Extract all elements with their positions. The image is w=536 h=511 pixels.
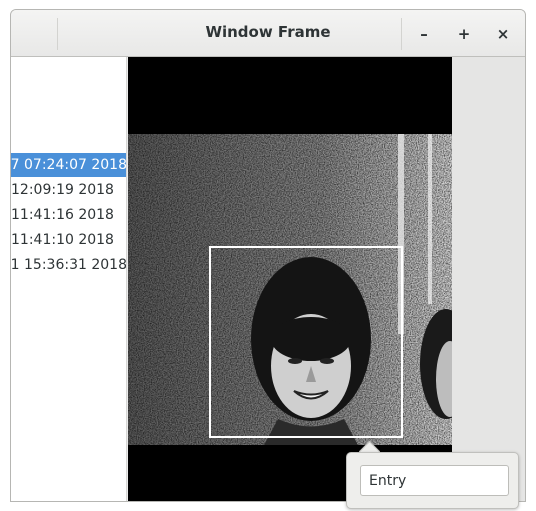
maximize-button[interactable]: + xyxy=(450,20,478,48)
close-button[interactable]: × xyxy=(489,20,517,48)
timestamp-list[interactable]: 7 07:24:07 2018 12:09:19 2018 11:41:16 2… xyxy=(11,57,127,501)
app-window: Window Frame – + × 7 07:24:07 2018 12:09… xyxy=(10,9,526,502)
entry-popover xyxy=(346,452,519,509)
image-viewer xyxy=(128,57,452,501)
face-detection-box xyxy=(209,246,403,438)
list-item[interactable]: 1 15:36:31 2018 xyxy=(11,253,127,277)
list-item[interactable]: 11:41:10 2018 xyxy=(11,228,126,252)
right-panel xyxy=(452,57,525,501)
title-bar[interactable]: Window Frame – + × xyxy=(11,10,525,57)
list-item[interactable]: 12:09:19 2018 xyxy=(11,178,126,202)
list-item-label: 7 07:24:07 2018 xyxy=(11,157,127,173)
window-title: Window Frame xyxy=(205,23,331,41)
list-item[interactable]: 7 07:24:07 2018 xyxy=(11,153,127,177)
list-item-label: 11:41:10 2018 xyxy=(11,232,114,248)
list-item-label: 11:41:16 2018 xyxy=(11,207,114,223)
list-item-label: 1 15:36:31 2018 xyxy=(11,257,127,273)
list-item[interactable]: 11:41:16 2018 xyxy=(11,203,126,227)
titlebar-separator xyxy=(401,18,402,50)
minimize-button[interactable]: – xyxy=(410,20,438,48)
entry-field[interactable] xyxy=(360,465,509,496)
list-item-label: 12:09:19 2018 xyxy=(11,182,114,198)
